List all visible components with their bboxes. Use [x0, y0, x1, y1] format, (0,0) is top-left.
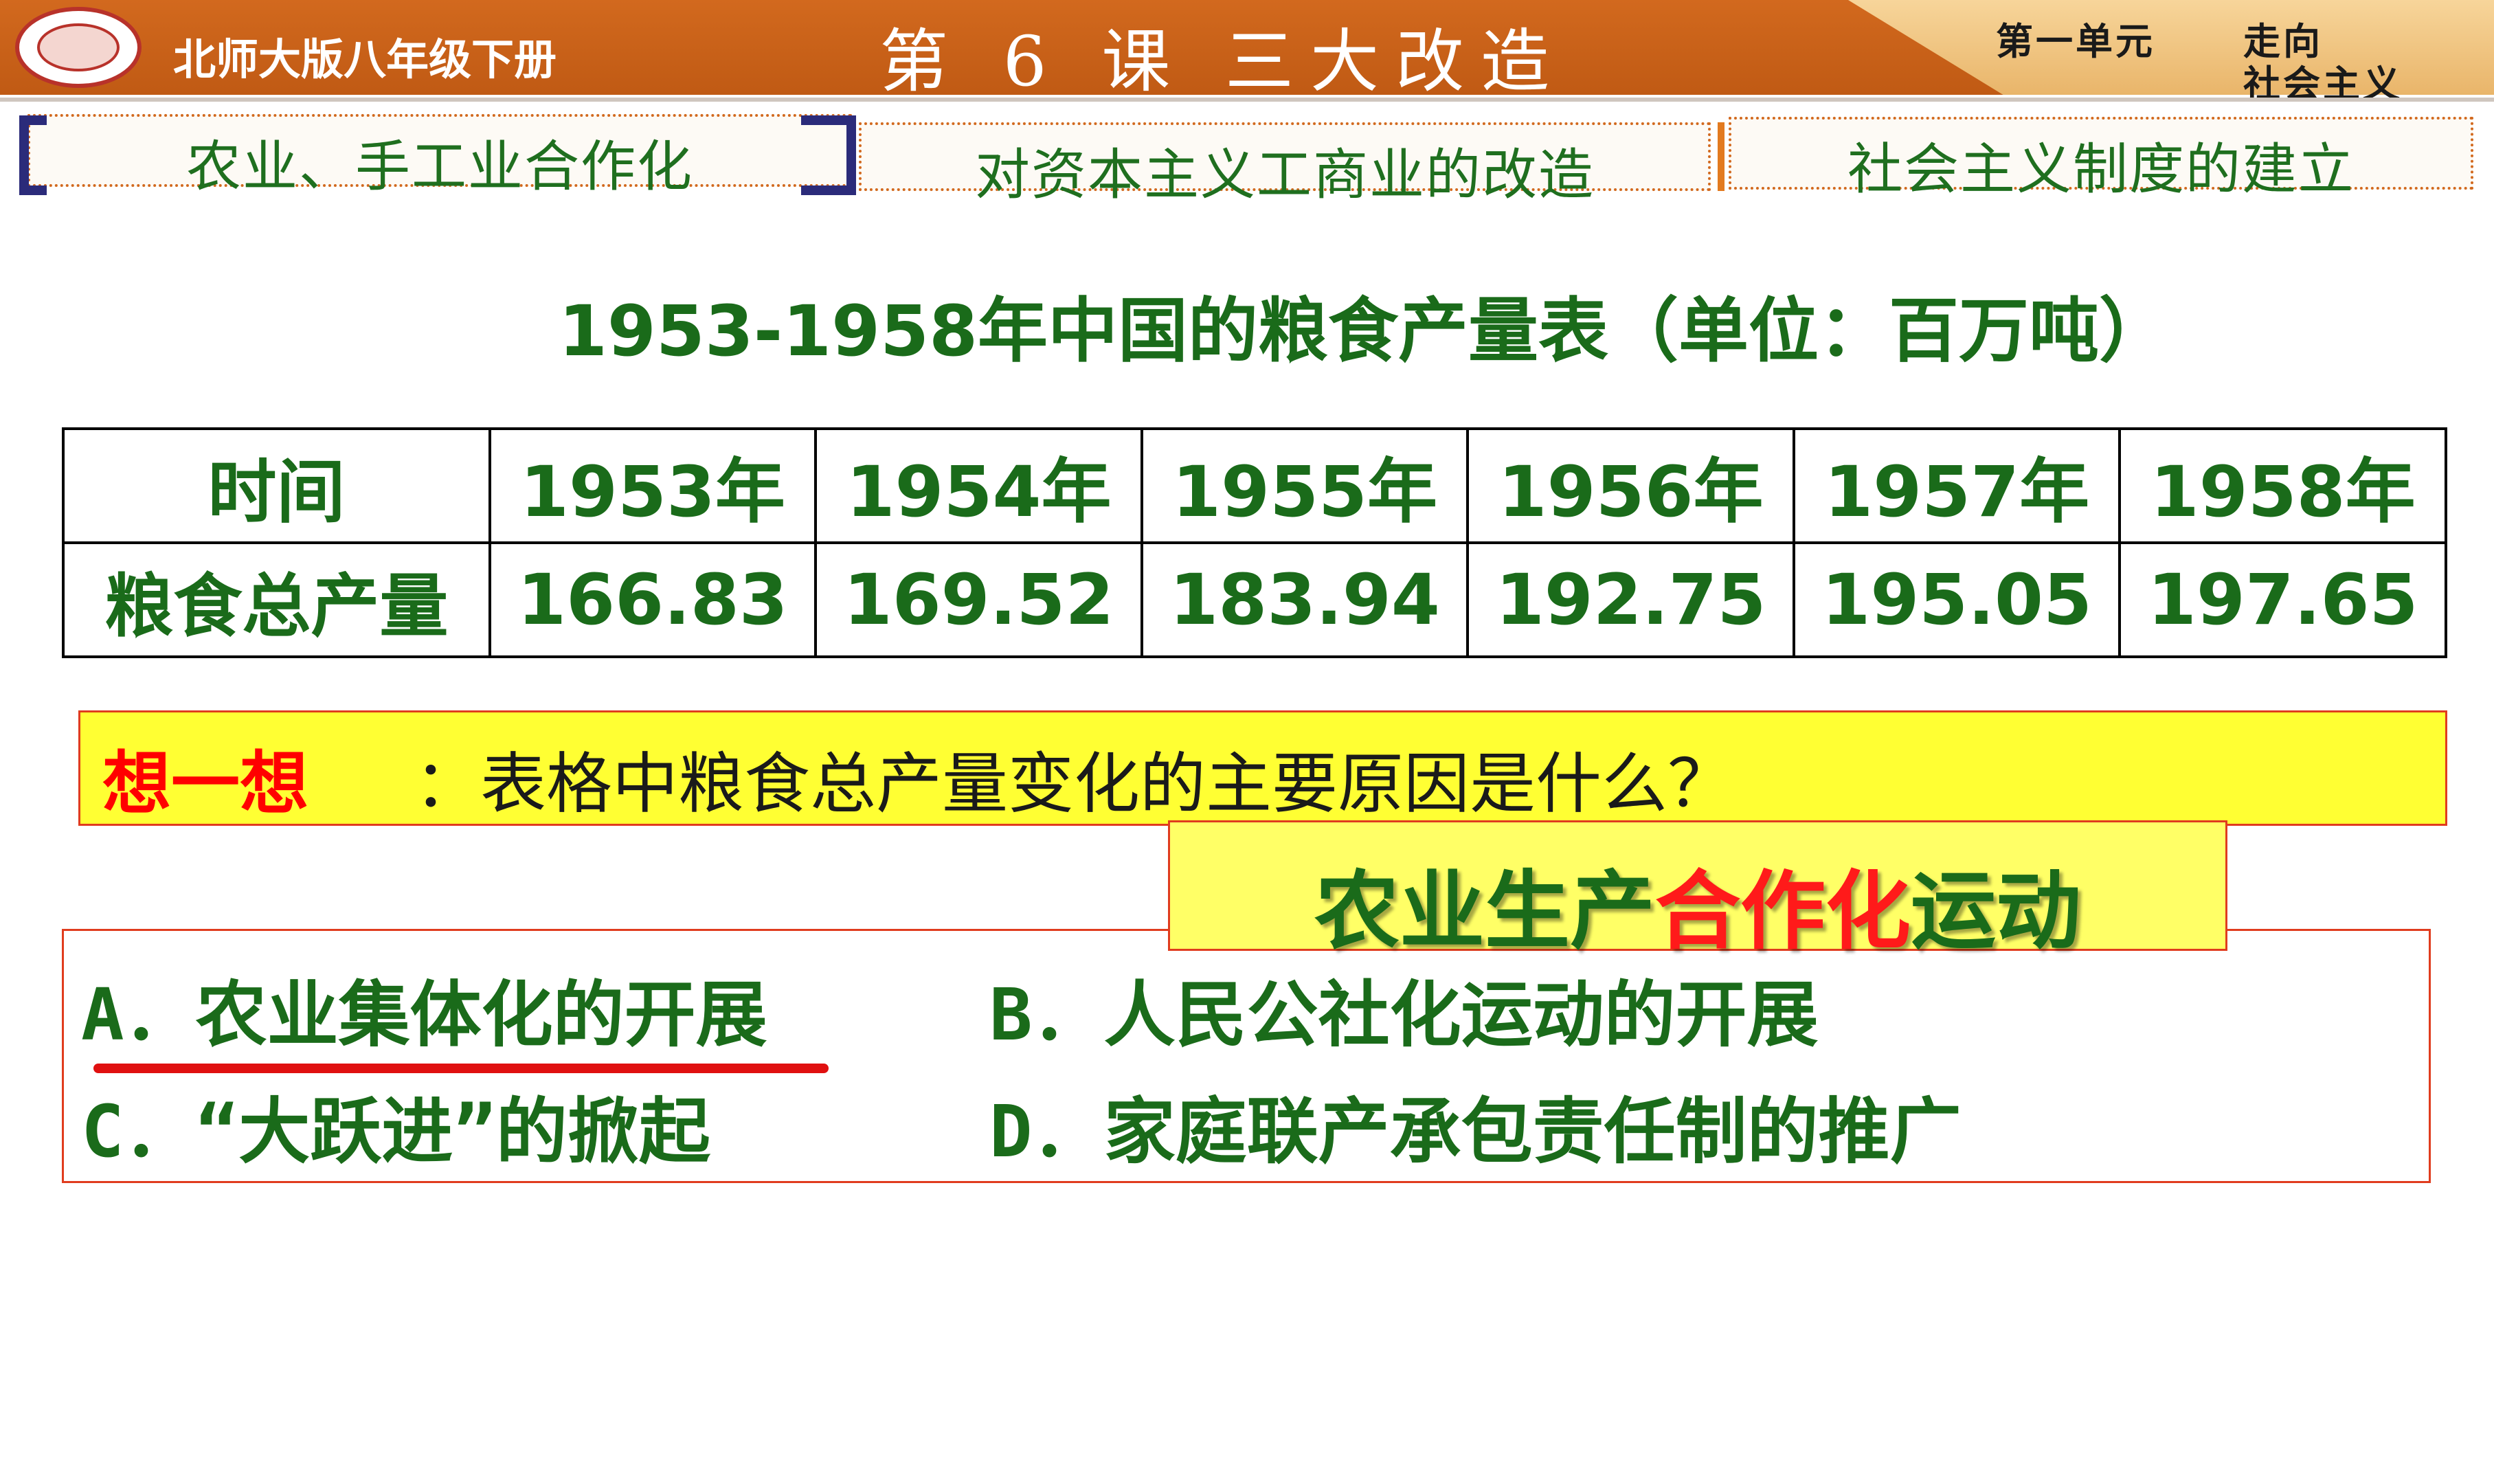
tab-label: 对资本主义工商业的改造: [975, 143, 1595, 207]
output-cell: 183.94: [1140, 541, 1470, 658]
table-row: 粮食总产量 166.83 169.52 183.94 192.75 195.05…: [62, 541, 2447, 658]
option-c[interactable]: C．“大跃进”的掀起: [81, 1073, 710, 1177]
output-cell: 169.52: [814, 541, 1143, 658]
active-tab-bracket-right: [801, 115, 856, 195]
textbook-label: 北师大版八年级下册: [173, 34, 557, 85]
year-cell: 1954年: [814, 427, 1143, 544]
question-prefix: 想一想: [102, 743, 308, 824]
header-divider: [0, 98, 2494, 102]
table-title: 1953-1958年中国的粮食产量表（单位：百万吨）: [558, 291, 2170, 372]
unit-label: 第一单元: [1996, 20, 2155, 63]
row-header-output: 粮食总产量: [62, 541, 491, 658]
answer-part-1: 农业生产: [1314, 862, 1655, 961]
year-cell: 1955年: [1140, 427, 1470, 544]
question-box: 想一想 ：表格中粮食总产量变化的主要原因是什么？: [78, 710, 2447, 826]
year-cell: 1956年: [1466, 427, 1795, 544]
option-d[interactable]: D．家庭联产承包责任制的推广: [989, 1073, 1962, 1177]
output-cell: 197.65: [2118, 541, 2447, 658]
publisher-logo-icon: [15, 7, 142, 88]
option-b[interactable]: B．人民公社化运动的开展: [989, 956, 1819, 1060]
lesson-title: 第 6 课 三大改造: [879, 21, 1566, 102]
output-cell: 166.83: [488, 541, 818, 658]
table-row: 时间 1953年 1954年 1955年 1956年 1957年 1958年: [62, 427, 2447, 544]
question-text: ：表格中粮食总产量变化的主要原因是什么？: [414, 745, 1733, 822]
row-header-time: 时间: [62, 427, 491, 544]
tab-cooperatives[interactable]: 农业、手工业合作化: [27, 114, 852, 199]
output-cell: 195.05: [1792, 541, 2122, 658]
answer-popup: 农业生产合作化运动: [1168, 820, 2227, 961]
tab-separator: [1718, 122, 1725, 191]
tab-capitalist-industry-reform[interactable]: 对资本主义工商业的改造: [859, 122, 1711, 207]
tab-socialist-system[interactable]: 社会主义制度的建立: [1729, 117, 2473, 201]
answer-text: 农业生产合作化运动: [1170, 842, 2225, 965]
answer-underline: [93, 1064, 829, 1073]
option-a[interactable]: A．农业集体化的开展: [81, 956, 767, 1060]
publisher-logo-seal: [37, 23, 120, 71]
grain-output-table: 时间 1953年 1954年 1955年 1956年 1957年 1958年 粮…: [62, 427, 2447, 658]
year-cell: 1958年: [2118, 427, 2447, 544]
answer-part-3: 运动: [1911, 862, 2082, 961]
tab-label: 社会主义制度的建立: [1847, 137, 2355, 201]
answer-part-2: 合作化: [1654, 862, 1911, 961]
year-cell: 1957年: [1792, 427, 2122, 544]
year-cell: 1953年: [488, 427, 818, 544]
active-tab-bracket-left: [19, 115, 47, 195]
tab-label: 农业、手工业合作化: [186, 135, 693, 199]
output-cell: 192.75: [1466, 541, 1795, 658]
